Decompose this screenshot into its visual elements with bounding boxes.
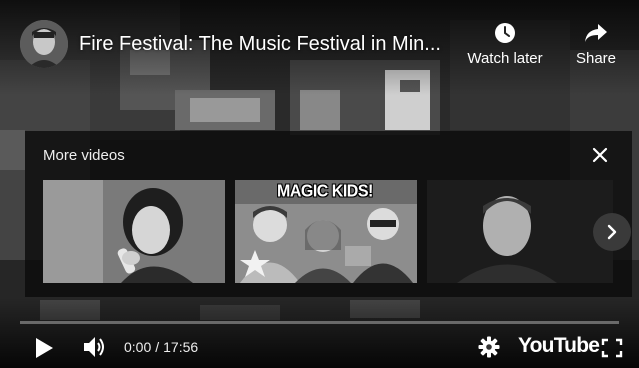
chevron-right-icon xyxy=(607,224,617,240)
thumbnail-overlay-text: MAGIC KIDS! xyxy=(277,182,373,201)
share-arrow-icon xyxy=(585,24,607,42)
progress-bar[interactable] xyxy=(20,321,619,324)
thumbnail-image xyxy=(43,180,225,283)
video-thumbnail-2[interactable]: MAGIC KIDS! xyxy=(235,180,417,283)
thumbnail-image xyxy=(427,180,613,283)
more-videos-panel: More videos MAGIC KIDS! xyxy=(25,131,632,297)
video-player[interactable]: Fire Festival: The Music Festival in Min… xyxy=(0,0,639,368)
clock-icon xyxy=(495,23,515,43)
youtube-logo[interactable]: YouTube xyxy=(518,334,600,358)
next-videos-button[interactable] xyxy=(593,213,631,251)
time-separator: / xyxy=(155,339,160,355)
more-videos-title: More videos xyxy=(43,147,125,164)
video-thumbnail-1[interactable] xyxy=(43,180,225,283)
duration: 17:56 xyxy=(163,339,199,355)
close-icon[interactable] xyxy=(590,145,610,165)
watch-later-label: Watch later xyxy=(467,50,543,67)
play-icon[interactable] xyxy=(33,336,55,360)
avatar-image xyxy=(20,20,68,68)
video-title[interactable]: Fire Festival: The Music Festival in Min… xyxy=(79,33,441,56)
time-display: 0:00/17:56 xyxy=(124,339,198,355)
share-button[interactable]: Share xyxy=(570,22,622,67)
channel-avatar[interactable] xyxy=(20,20,68,68)
video-thumbnail-3[interactable] xyxy=(427,180,613,283)
volume-icon[interactable] xyxy=(82,334,108,360)
watch-later-button[interactable]: Watch later xyxy=(462,22,548,67)
gear-icon[interactable] xyxy=(478,336,500,358)
fullscreen-icon[interactable] xyxy=(601,338,623,358)
share-label: Share xyxy=(575,50,617,67)
current-time: 0:00 xyxy=(124,339,152,355)
